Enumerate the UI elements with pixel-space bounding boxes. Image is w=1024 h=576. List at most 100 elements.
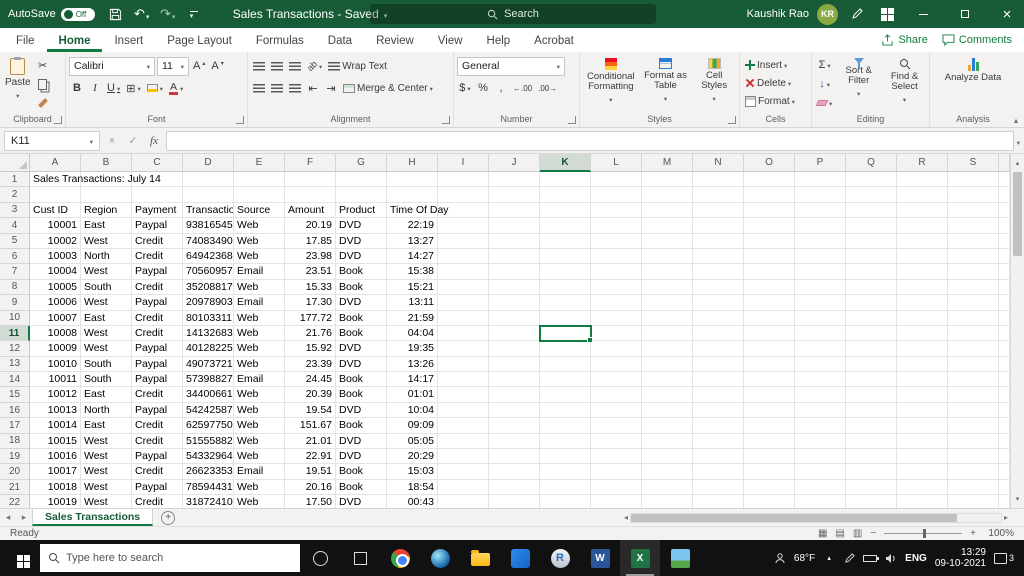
cell-K16[interactable] bbox=[540, 402, 591, 419]
cell-E21[interactable]: Web bbox=[234, 479, 285, 496]
cell-N9[interactable] bbox=[693, 295, 744, 311]
cell-N6[interactable] bbox=[693, 248, 744, 265]
cell-I13[interactable] bbox=[438, 356, 489, 373]
cortana-button[interactable] bbox=[300, 540, 340, 576]
cell-J3[interactable] bbox=[489, 202, 540, 219]
cell-Q4[interactable] bbox=[846, 218, 897, 234]
column-header-M[interactable]: M bbox=[642, 154, 693, 172]
bottom-align-button[interactable] bbox=[287, 57, 303, 75]
page-layout-view-button[interactable] bbox=[835, 528, 844, 539]
cell-A4[interactable]: 10001 bbox=[30, 218, 81, 234]
cell-P13[interactable] bbox=[795, 356, 846, 373]
scroll-down-icon[interactable] bbox=[1011, 492, 1024, 506]
column-header-J[interactable]: J bbox=[489, 154, 540, 172]
prev-sheet-icon[interactable] bbox=[0, 509, 16, 526]
decrease-decimal-button[interactable]: .00→ bbox=[536, 79, 559, 97]
cell-P7[interactable] bbox=[795, 264, 846, 280]
format-cells-button[interactable]: Format bbox=[743, 92, 797, 110]
cell-H9[interactable]: 13:11 bbox=[387, 295, 438, 311]
cell-E8[interactable]: Web bbox=[234, 279, 285, 296]
cell-D5[interactable]: 74083490 bbox=[183, 233, 234, 249]
cell-L1[interactable] bbox=[591, 172, 642, 188]
decrease-indent-button[interactable]: ⇤ bbox=[305, 79, 321, 97]
formula-input[interactable] bbox=[166, 130, 1014, 151]
cell-A15[interactable]: 10012 bbox=[30, 387, 81, 403]
cell-R10[interactable] bbox=[897, 310, 948, 326]
cell-E12[interactable]: Web bbox=[234, 341, 285, 357]
cell-R9[interactable] bbox=[897, 295, 948, 311]
share-button[interactable]: Share bbox=[881, 34, 928, 46]
cell-A5[interactable]: 10002 bbox=[30, 233, 81, 249]
cell-N1[interactable] bbox=[693, 172, 744, 188]
insert-cells-button[interactable]: Insert bbox=[743, 56, 789, 74]
cell-A2[interactable] bbox=[30, 187, 81, 203]
cell-D10[interactable]: 80103311 bbox=[183, 310, 234, 326]
cell-A8[interactable]: 10005 bbox=[30, 279, 81, 296]
cell-B21[interactable]: West bbox=[81, 479, 132, 496]
font-color-button[interactable]: A bbox=[167, 79, 185, 97]
cell-S4[interactable] bbox=[948, 218, 999, 234]
cell-H2[interactable] bbox=[387, 187, 438, 203]
cell-H12[interactable]: 19:35 bbox=[387, 341, 438, 357]
cell-Q21[interactable] bbox=[846, 479, 897, 496]
cell-F7[interactable]: 23.51 bbox=[285, 264, 336, 280]
format-as-table-button[interactable]: Format as Table bbox=[641, 56, 691, 104]
cell-K12[interactable] bbox=[540, 341, 591, 357]
row-header-1[interactable]: 1 bbox=[0, 172, 30, 188]
cell-J1[interactable] bbox=[489, 172, 540, 188]
cell-A16[interactable]: 10013 bbox=[30, 402, 81, 419]
cell-K6[interactable] bbox=[540, 248, 591, 265]
cell-F22[interactable]: 17.50 bbox=[285, 495, 336, 508]
row-header-4[interactable]: 4 bbox=[0, 218, 30, 234]
autosave-pill[interactable]: Off bbox=[60, 7, 95, 21]
cell-L12[interactable] bbox=[591, 341, 642, 357]
cell-P4[interactable] bbox=[795, 218, 846, 234]
analyze-data-button[interactable]: Analyze Data bbox=[942, 56, 1004, 83]
cell-N16[interactable] bbox=[693, 402, 744, 419]
cell-A10[interactable]: 10007 bbox=[30, 310, 81, 326]
cell-D6[interactable]: 64942368 bbox=[183, 248, 234, 265]
cell-R6[interactable] bbox=[897, 248, 948, 265]
cell-J8[interactable] bbox=[489, 279, 540, 296]
number-format-select[interactable]: General bbox=[457, 56, 565, 76]
cell-R22[interactable] bbox=[897, 495, 948, 508]
tab-insert[interactable]: Insert bbox=[102, 28, 155, 52]
horizontal-scroll-thumb[interactable] bbox=[631, 513, 957, 522]
cell-N21[interactable] bbox=[693, 479, 744, 496]
row-header-9[interactable]: 9 bbox=[0, 295, 30, 311]
cell-N10[interactable] bbox=[693, 310, 744, 326]
cell-K3[interactable] bbox=[540, 202, 591, 219]
cell-H3[interactable]: Time Of Day bbox=[387, 202, 449, 219]
cell-O18[interactable] bbox=[744, 433, 795, 450]
cell-B4[interactable]: East bbox=[81, 218, 132, 234]
cell-styles-button[interactable]: Cell Styles bbox=[692, 56, 736, 104]
cell-N14[interactable] bbox=[693, 372, 744, 388]
cell-R17[interactable] bbox=[897, 418, 948, 434]
cell-J2[interactable] bbox=[489, 187, 540, 203]
cell-E10[interactable]: Web bbox=[234, 310, 285, 326]
cell-Q11[interactable] bbox=[846, 325, 897, 342]
cell-S10[interactable] bbox=[948, 310, 999, 326]
cell-M14[interactable] bbox=[642, 372, 693, 388]
font-size-select[interactable]: 11 bbox=[157, 56, 189, 76]
cell-H15[interactable]: 01:01 bbox=[387, 387, 438, 403]
cell-L2[interactable] bbox=[591, 187, 642, 203]
cell-F9[interactable]: 17.30 bbox=[285, 295, 336, 311]
tab-review[interactable]: Review bbox=[364, 28, 426, 52]
cell-P17[interactable] bbox=[795, 418, 846, 434]
decrease-font-size-button[interactable]: A bbox=[209, 57, 225, 75]
cell-C14[interactable]: Paypal bbox=[132, 372, 183, 388]
cell-N19[interactable] bbox=[693, 449, 744, 465]
undo-button[interactable]: ↶ bbox=[131, 2, 153, 26]
cell-E17[interactable]: Web bbox=[234, 418, 285, 434]
tab-page-layout[interactable]: Page Layout bbox=[155, 28, 244, 52]
cell-F4[interactable]: 20.19 bbox=[285, 218, 336, 234]
cell-Q15[interactable] bbox=[846, 387, 897, 403]
fill-button[interactable]: ↓ bbox=[815, 75, 834, 93]
cell-B16[interactable]: North bbox=[81, 402, 132, 419]
user-name[interactable]: Kaushik Rao bbox=[747, 8, 809, 20]
cell-F19[interactable]: 22.91 bbox=[285, 449, 336, 465]
cell-C12[interactable]: Paypal bbox=[132, 341, 183, 357]
zoom-slider-thumb[interactable] bbox=[923, 529, 927, 538]
cell-N12[interactable] bbox=[693, 341, 744, 357]
